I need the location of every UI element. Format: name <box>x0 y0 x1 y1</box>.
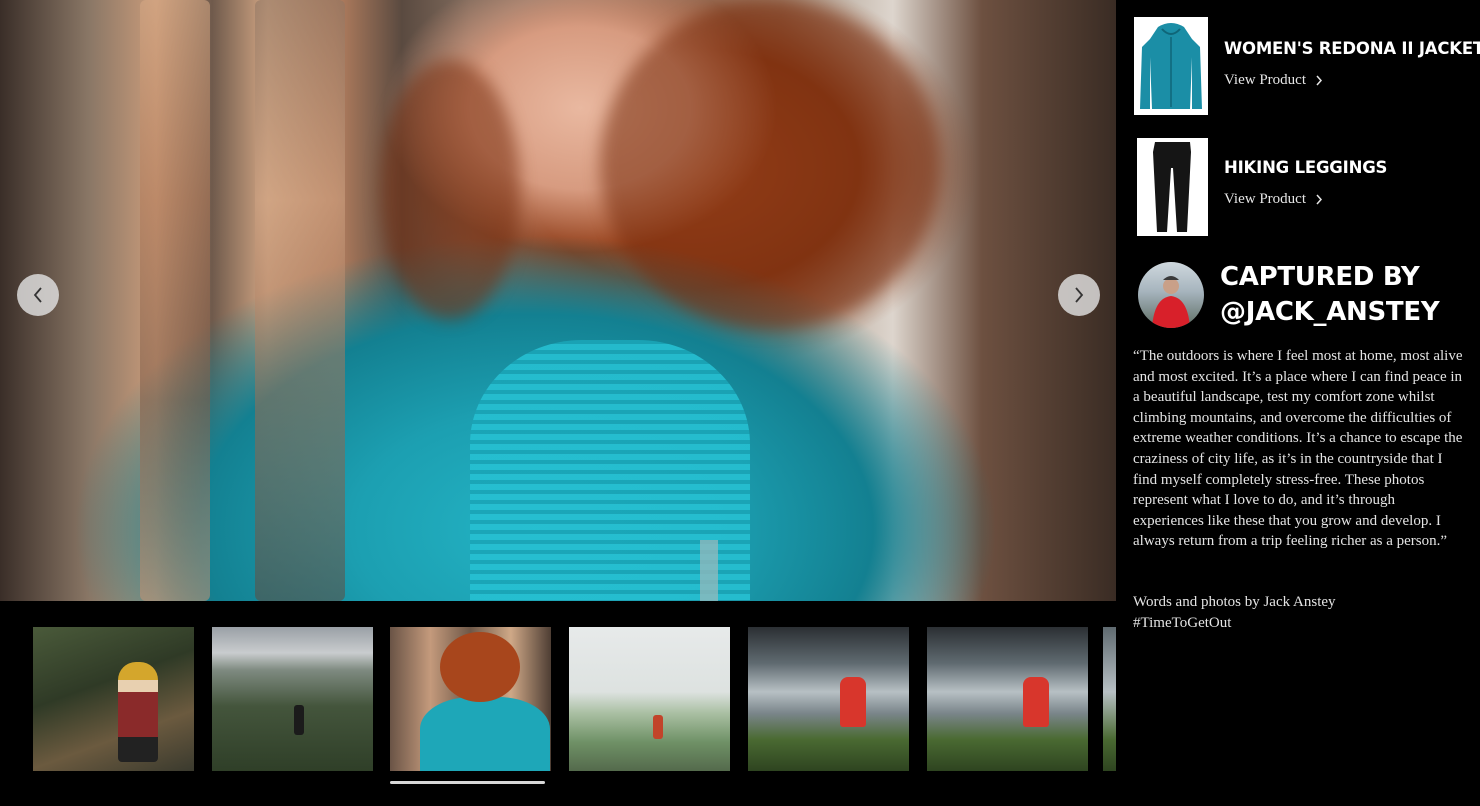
author-photo-icon <box>1152 276 1190 328</box>
author-block: CAPTURED BY @JACK_ANSTEY <box>1138 260 1440 330</box>
view-product-label: View Product <box>1224 191 1307 207</box>
product-card-jacket: WOMEN'S REDONA II JACKET View Product <box>1134 17 1480 115</box>
person-figure <box>653 715 663 739</box>
author-heading: CAPTURED BY @JACK_ANSTEY <box>1220 260 1440 330</box>
person-figure <box>294 705 304 735</box>
chevron-left-icon <box>33 287 42 303</box>
thumbnail-5[interactable] <box>748 627 909 771</box>
thumbnail-6[interactable] <box>927 627 1088 771</box>
main-photo <box>0 0 1116 601</box>
chevron-right-icon <box>1316 75 1323 86</box>
next-arrow-button[interactable] <box>1058 274 1100 316</box>
photo-credit: Words and photos by Jack Anstey #TimeToG… <box>1133 592 1469 633</box>
thumbnail-strip <box>0 601 1116 806</box>
person-figure <box>1023 677 1049 727</box>
product-name: HIKING LEGGINGS <box>1224 158 1388 177</box>
chevron-right-icon <box>1075 287 1084 303</box>
jacket-product-image[interactable] <box>1134 17 1208 115</box>
credit-text: Words and photos by Jack Anstey <box>1133 594 1336 610</box>
active-thumbnail-indicator <box>390 781 545 784</box>
view-product-link[interactable]: View Product <box>1224 72 1323 89</box>
tree-bark <box>255 0 345 601</box>
thumbnail-7[interactable] <box>1103 627 1116 771</box>
product-name: WOMEN'S REDONA II JACKET <box>1224 39 1480 58</box>
view-product-label: View Product <box>1224 72 1307 88</box>
leggings-product-image[interactable] <box>1137 138 1208 236</box>
thumbnail-4[interactable] <box>569 627 730 771</box>
author-handle[interactable]: @JACK_ANSTEY <box>1220 295 1440 330</box>
author-heading-line1: CAPTURED BY <box>1220 262 1420 292</box>
teal-hoodie-icon <box>1140 23 1202 109</box>
view-product-link[interactable]: View Product <box>1224 191 1323 208</box>
avatar[interactable] <box>1138 262 1204 328</box>
hashtag-link[interactable]: #TimeToGetOut <box>1133 613 1469 634</box>
hair-detail <box>600 0 940 330</box>
prev-arrow-button[interactable] <box>17 274 59 316</box>
person-figure <box>840 677 866 727</box>
thumbnail-3[interactable] <box>390 627 551 771</box>
info-panel: WOMEN'S REDONA II JACKET View Product HI… <box>1116 0 1480 806</box>
hair-detail <box>380 60 520 320</box>
black-leggings-icon <box>1153 142 1191 232</box>
thumbnail-2[interactable] <box>212 627 373 771</box>
hoodie-zip <box>700 540 718 601</box>
person-figure <box>118 662 158 762</box>
chevron-right-icon <box>1316 194 1323 205</box>
author-quote: “The outdoors is where I feel most at ho… <box>1133 348 1463 550</box>
tree-bark <box>140 0 210 601</box>
product-card-leggings: HIKING LEGGINGS View Product <box>1134 138 1387 236</box>
hair-detail <box>440 632 520 702</box>
thumbnail-1[interactable] <box>33 627 194 771</box>
person-figure <box>420 697 550 771</box>
